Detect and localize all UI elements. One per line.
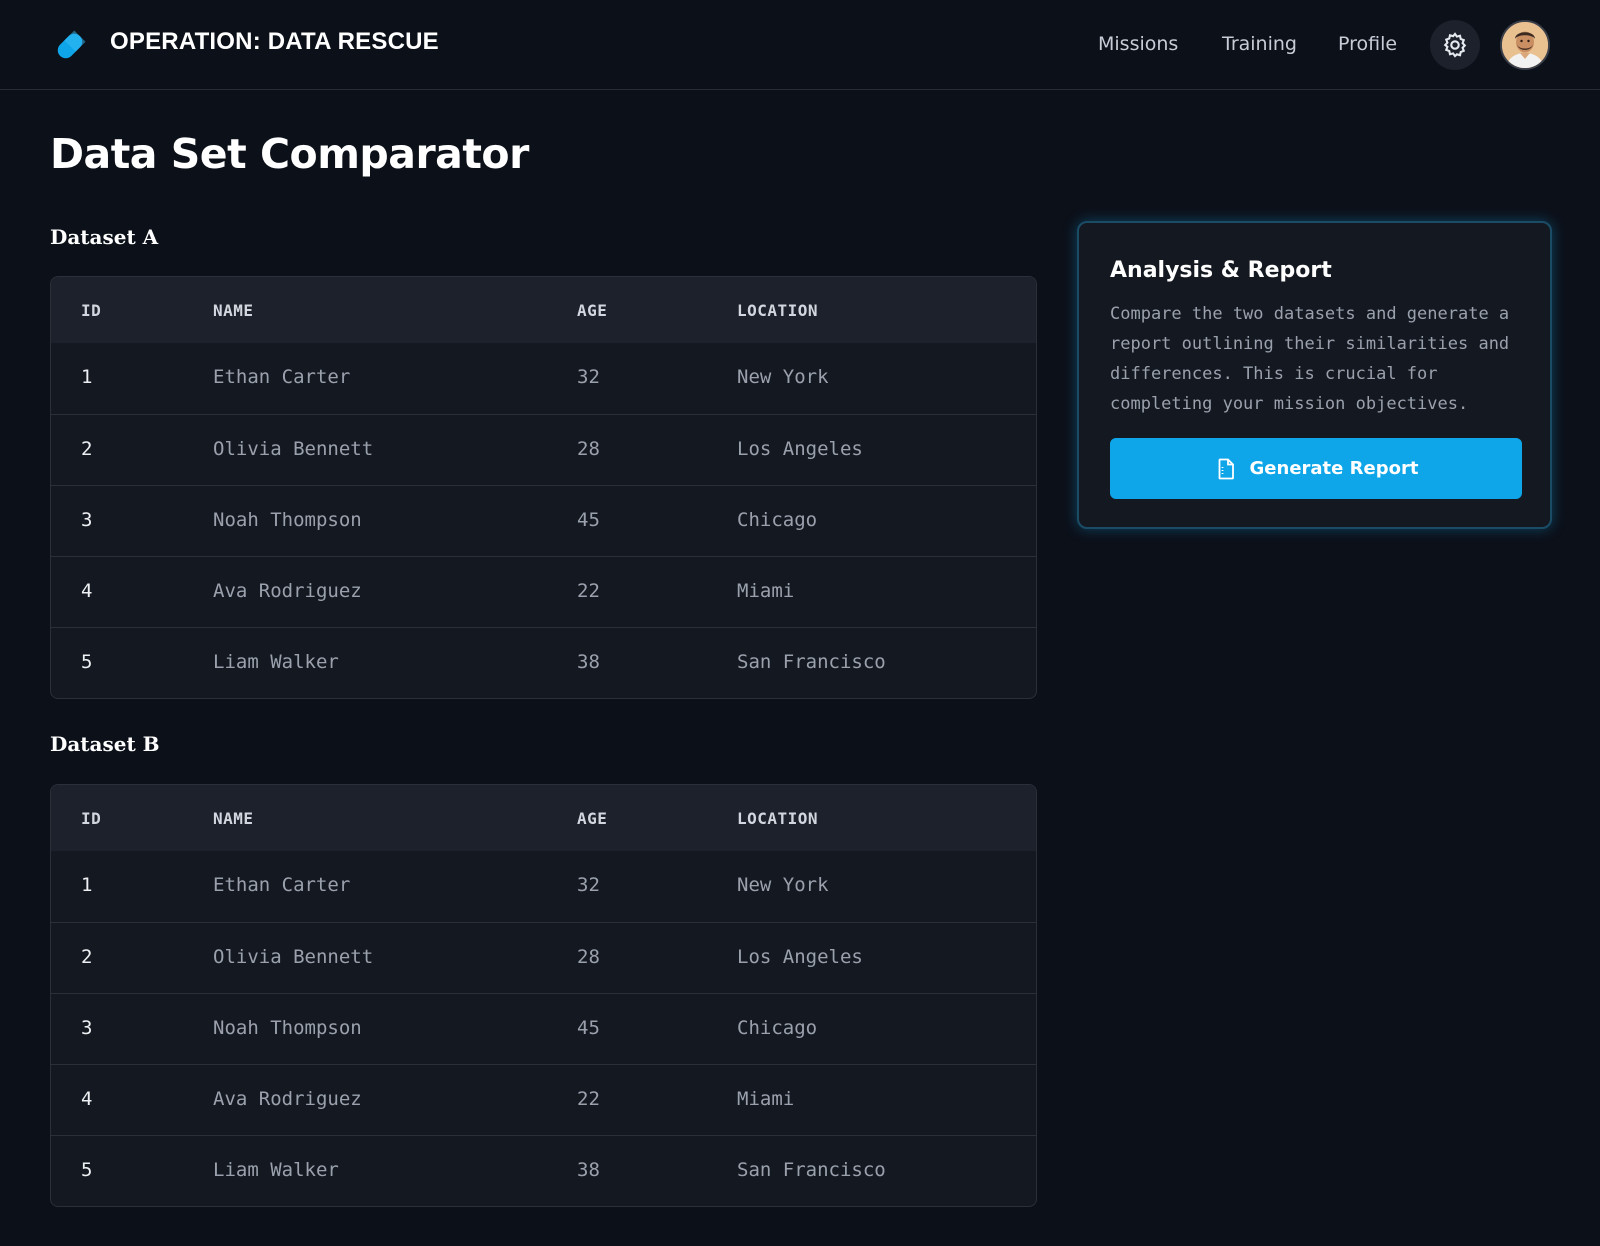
cell-location: Los Angeles bbox=[737, 438, 863, 460]
column-header-name[interactable]: NAME bbox=[213, 809, 254, 828]
cell-id: 1 bbox=[81, 366, 93, 388]
cell-age: 32 bbox=[577, 874, 600, 896]
cell-age: 45 bbox=[577, 1017, 600, 1039]
table-row[interactable]: 1 Ethan Carter 32 New York bbox=[51, 343, 1036, 414]
cell-id: 4 bbox=[81, 580, 93, 602]
cell-name: Ava Rodriguez bbox=[213, 580, 362, 602]
table-row[interactable]: 5 Liam Walker 38 San Francisco bbox=[51, 627, 1036, 698]
column-header-age[interactable]: AGE bbox=[577, 809, 607, 828]
cell-location: San Francisco bbox=[737, 651, 886, 673]
cell-id: 2 bbox=[81, 946, 93, 968]
dataset-a-title: Dataset A bbox=[50, 225, 159, 249]
cell-location: Chicago bbox=[737, 1017, 818, 1039]
generate-report-button[interactable]: Generate Report bbox=[1110, 438, 1522, 499]
cell-name: Noah Thompson bbox=[213, 1017, 362, 1039]
cell-location: Chicago bbox=[737, 509, 818, 531]
cell-age: 28 bbox=[577, 438, 600, 460]
cell-age: 38 bbox=[577, 651, 600, 673]
cell-age: 22 bbox=[577, 580, 600, 602]
column-header-location[interactable]: LOCATION bbox=[737, 301, 818, 320]
cell-id: 1 bbox=[81, 874, 93, 896]
nav-missions[interactable]: Missions bbox=[1098, 33, 1178, 55]
column-header-age[interactable]: AGE bbox=[577, 301, 607, 320]
cell-name: Liam Walker bbox=[213, 651, 339, 673]
column-header-id[interactable]: ID bbox=[81, 809, 101, 828]
gear-icon bbox=[1443, 32, 1467, 58]
table-row[interactable]: 5 Liam Walker 38 San Francisco bbox=[51, 1135, 1036, 1206]
table-row[interactable]: 1 Ethan Carter 32 New York bbox=[51, 851, 1036, 922]
table-row[interactable]: 2 Olivia Bennett 28 Los Angeles bbox=[51, 922, 1036, 993]
dataset-b-table: ID NAME AGE LOCATION 1 Ethan Carter 32 N… bbox=[50, 784, 1037, 1207]
table-row[interactable]: 3 Noah Thompson 45 Chicago bbox=[51, 485, 1036, 556]
cell-id: 5 bbox=[81, 651, 93, 673]
table-row[interactable]: 2 Olivia Bennett 28 Los Angeles bbox=[51, 414, 1036, 485]
cell-name: Noah Thompson bbox=[213, 509, 362, 531]
cell-id: 3 bbox=[81, 1017, 93, 1039]
user-avatar-icon bbox=[1502, 22, 1548, 68]
cell-id: 5 bbox=[81, 1159, 93, 1181]
column-header-location[interactable]: LOCATION bbox=[737, 809, 818, 828]
cell-name: Liam Walker bbox=[213, 1159, 339, 1181]
report-description: Compare the two datasets and generate a … bbox=[1110, 304, 1510, 414]
column-header-id[interactable]: ID bbox=[81, 301, 101, 320]
cell-name: Ava Rodriguez bbox=[213, 1088, 362, 1110]
table-row[interactable]: 3 Noah Thompson 45 Chicago bbox=[51, 993, 1036, 1064]
cell-location: New York bbox=[737, 366, 829, 388]
cell-age: 45 bbox=[577, 509, 600, 531]
generate-report-label: Generate Report bbox=[1249, 458, 1419, 479]
cell-id: 4 bbox=[81, 1088, 93, 1110]
cell-location: Miami bbox=[737, 580, 795, 602]
settings-button[interactable] bbox=[1430, 20, 1480, 70]
pill-capsule-icon bbox=[57, 30, 86, 59]
cell-name: Ethan Carter bbox=[213, 366, 351, 388]
cell-name: Ethan Carter bbox=[213, 874, 351, 896]
nav-profile[interactable]: Profile bbox=[1338, 33, 1397, 55]
cell-name: Olivia Bennett bbox=[213, 438, 374, 460]
cell-age: 22 bbox=[577, 1088, 600, 1110]
cell-age: 32 bbox=[577, 366, 600, 388]
cell-id: 2 bbox=[81, 438, 93, 460]
user-avatar[interactable] bbox=[1500, 20, 1550, 70]
cell-id: 3 bbox=[81, 509, 93, 531]
dataset-b-title: Dataset B bbox=[50, 732, 160, 756]
cell-location: Los Angeles bbox=[737, 946, 863, 968]
cell-name: Olivia Bennett bbox=[213, 946, 374, 968]
table-header: ID NAME AGE LOCATION bbox=[51, 277, 1036, 343]
analysis-report-card: Analysis & Report Compare the two datase… bbox=[1077, 221, 1552, 529]
cell-location: Miami bbox=[737, 1088, 795, 1110]
app-title: OPERATION: DATA RESCUE bbox=[110, 28, 439, 55]
column-header-name[interactable]: NAME bbox=[213, 301, 254, 320]
cell-age: 38 bbox=[577, 1159, 600, 1181]
table-row[interactable]: 4 Ava Rodriguez 22 Miami bbox=[51, 1064, 1036, 1135]
nav-training[interactable]: Training bbox=[1222, 33, 1297, 55]
table-row[interactable]: 4 Ava Rodriguez 22 Miami bbox=[51, 556, 1036, 627]
cell-age: 28 bbox=[577, 946, 600, 968]
cell-location: San Francisco bbox=[737, 1159, 886, 1181]
top-nav-bar: OPERATION: DATA RESCUE Missions Training… bbox=[0, 0, 1600, 90]
document-icon bbox=[1218, 458, 1234, 479]
page-title: Data Set Comparator bbox=[50, 130, 529, 178]
cell-location: New York bbox=[737, 874, 829, 896]
dataset-a-table: ID NAME AGE LOCATION 1 Ethan Carter 32 N… bbox=[50, 276, 1037, 699]
report-title: Analysis & Report bbox=[1110, 258, 1332, 283]
table-header: ID NAME AGE LOCATION bbox=[51, 785, 1036, 851]
